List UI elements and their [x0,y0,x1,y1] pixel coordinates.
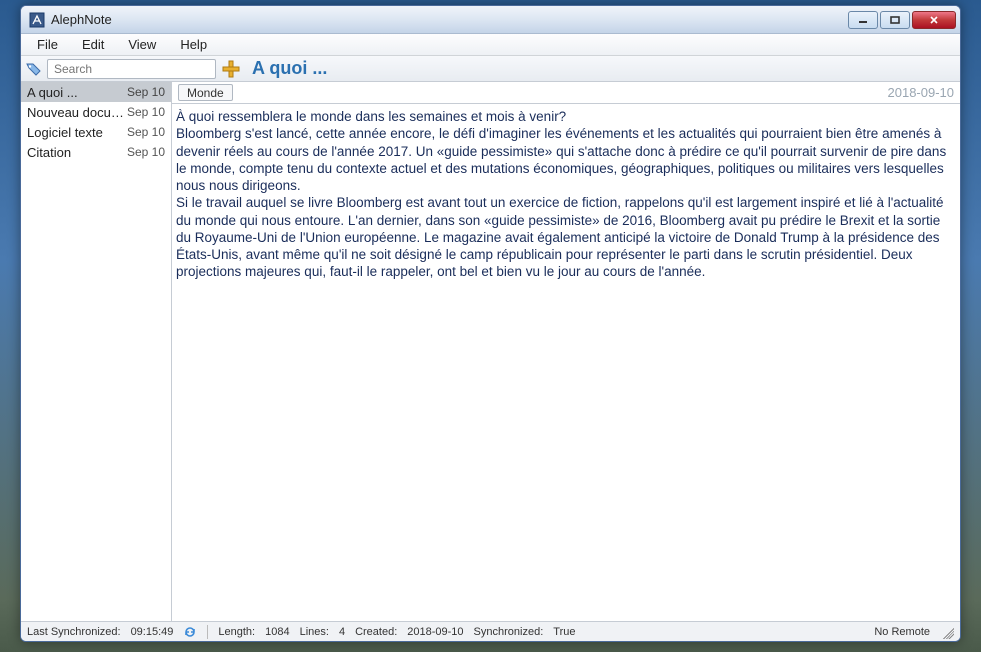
close-button[interactable] [912,11,956,29]
status-last-sync-label: Last Synchronized: [27,626,121,638]
status-synchronized-value: True [553,626,575,638]
status-length-value: 1084 [265,626,289,638]
titlebar[interactable]: AlephNote [21,6,960,34]
note-date: Sep 10 [127,85,165,99]
menu-edit[interactable]: Edit [70,35,116,54]
menubar: File Edit View Help [21,34,960,56]
app-icon [29,12,45,28]
note-name: Logiciel texte [27,125,103,140]
tag-chip[interactable]: Monde [178,84,233,101]
note-date: Sep 10 [127,125,165,139]
note-name: A quoi ... [27,85,78,100]
status-last-sync-value: 09:15:49 [131,626,174,638]
menu-help[interactable]: Help [168,35,219,54]
note-row[interactable]: Citation Sep 10 [21,142,171,162]
note-date: Sep 10 [127,105,165,119]
status-created-label: Created: [355,626,397,638]
status-synchronized-label: Synchronized: [474,626,544,638]
editor-pane: Monde 2018-09-10 À quoi ressemblera le m… [172,82,960,621]
status-created-value: 2018-09-10 [407,626,463,638]
sync-icon[interactable] [183,625,197,639]
menu-file[interactable]: File [25,35,70,54]
note-list[interactable]: A quoi ... Sep 10 Nouveau docume... Sep … [21,82,172,621]
body: A quoi ... Sep 10 Nouveau docume... Sep … [21,82,960,621]
tag-line: Monde 2018-09-10 [172,82,960,104]
note-date: Sep 10 [127,145,165,159]
note-title: A quoi ... [252,58,327,79]
resize-grip[interactable] [940,625,954,639]
status-lines-label: Lines: [300,626,329,638]
minimize-button[interactable] [848,11,878,29]
window-title: AlephNote [51,12,848,27]
note-row[interactable]: Nouveau docume... Sep 10 [21,102,171,122]
note-textarea[interactable]: À quoi ressemblera le monde dans les sem… [172,104,960,621]
status-remote: No Remote [874,626,930,638]
status-length-label: Length: [218,626,255,638]
search-input[interactable] [47,59,216,79]
note-row[interactable]: Logiciel texte Sep 10 [21,122,171,142]
note-date-label: 2018-09-10 [888,85,955,100]
toolbar: A quoi ... [21,56,960,82]
window-controls [848,11,958,29]
statusbar: Last Synchronized: 09:15:49 Length: 1084… [21,621,960,641]
note-name: Citation [27,145,71,160]
add-note-button[interactable] [220,58,242,80]
status-lines-value: 4 [339,626,345,638]
note-name: Nouveau docume... [27,105,127,120]
tag-icon[interactable] [25,60,43,78]
note-row[interactable]: A quoi ... Sep 10 [21,82,171,102]
app-window: AlephNote File Edit View Help [20,5,961,642]
maximize-button[interactable] [880,11,910,29]
menu-view[interactable]: View [116,35,168,54]
